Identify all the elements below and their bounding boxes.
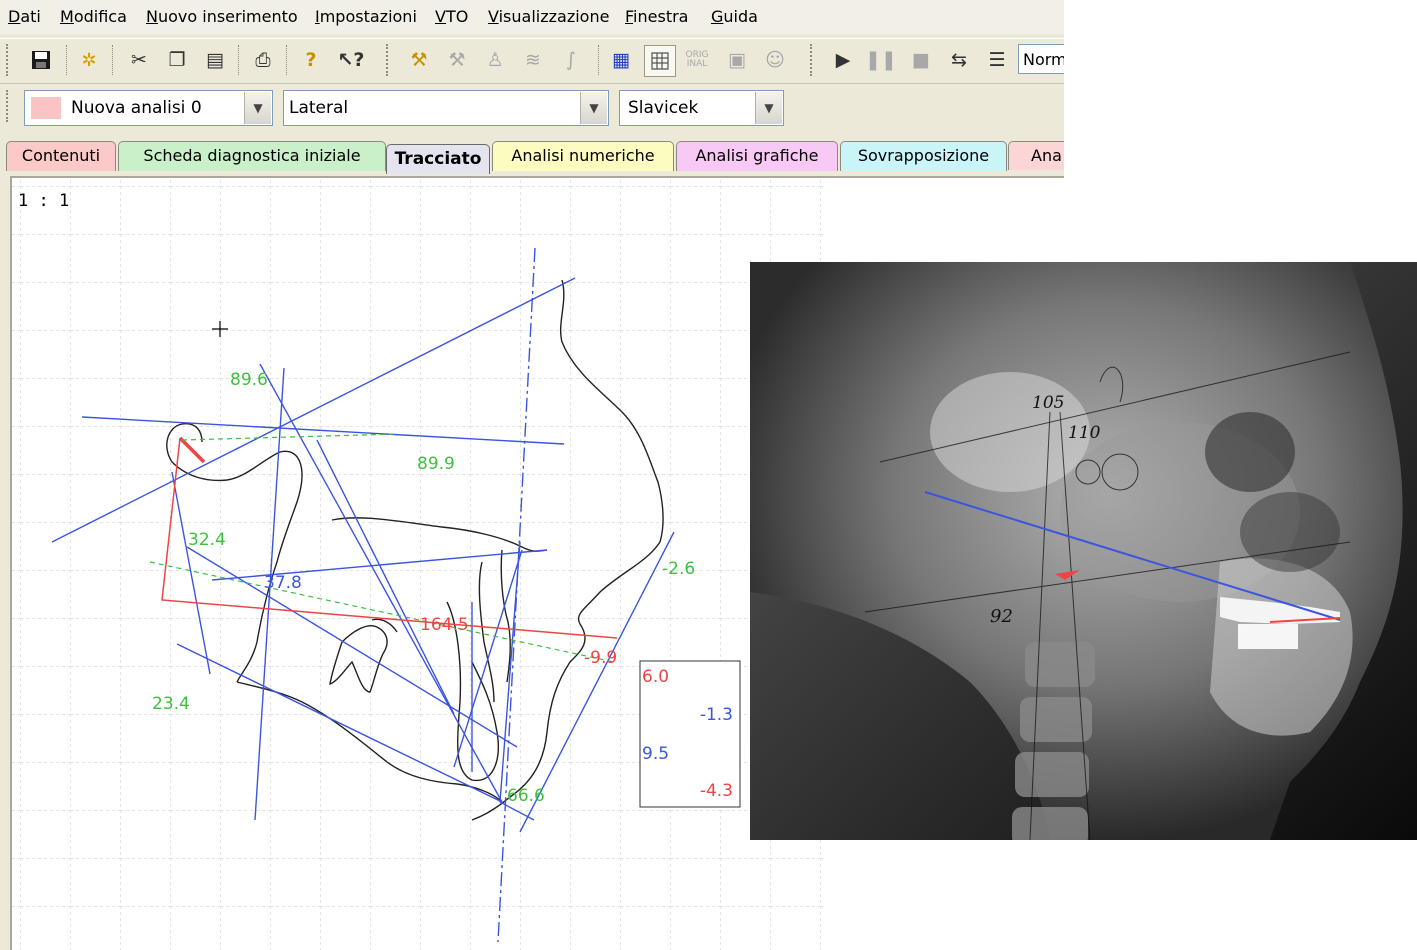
- paste-icon[interactable]: ▤: [200, 45, 230, 75]
- angle-label-red: -9.9: [584, 648, 617, 668]
- adjust-icon[interactable]: ☰: [982, 45, 1012, 75]
- trace-icon[interactable]: ⚒: [404, 45, 434, 75]
- box-value: 6.0: [642, 667, 669, 687]
- toolbar-separator: [286, 45, 288, 75]
- menu-nuovo-inserimento[interactable]: Nuovo inserimento: [146, 7, 298, 26]
- toolbar-grip[interactable]: [810, 44, 816, 76]
- lines-icon[interactable]: ≋: [518, 45, 548, 75]
- menu-dati[interactable]: Dati: [8, 7, 41, 26]
- menu-finestra[interactable]: Finestra: [625, 7, 688, 26]
- angle-label-green: 66.6: [507, 786, 545, 806]
- values-box: 6.0 -1.3 9.5 -4.3: [639, 660, 741, 808]
- box-value: -4.3: [700, 781, 733, 801]
- menu-impostazioni[interactable]: Impostazioni: [315, 7, 417, 26]
- tab-sovrapposizione[interactable]: Sovrapposizione: [840, 141, 1007, 171]
- print-icon[interactable]: ⎙: [248, 45, 278, 75]
- loop-icon[interactable]: ⇆: [944, 45, 974, 75]
- angle-label-red: 164.5: [420, 615, 469, 635]
- tab-contenuti[interactable]: Contenuti: [6, 141, 116, 171]
- cut-icon[interactable]: ✂: [124, 45, 154, 75]
- tab-analisi-numeriche[interactable]: Analisi numeriche: [492, 141, 674, 171]
- toolbar-separator: [112, 45, 114, 75]
- tab-analisi-grafiche[interactable]: Analisi grafiche: [676, 141, 838, 171]
- image-icon[interactable]: ▣: [722, 45, 752, 75]
- analysis-color-swatch: [31, 97, 61, 119]
- analysis-select[interactable]: Nuova analisi 0 ▼: [24, 90, 273, 126]
- stop-icon[interactable]: ■: [906, 45, 936, 75]
- toolbar-grip[interactable]: [6, 90, 12, 122]
- bell-icon[interactable]: ♙: [480, 45, 510, 75]
- view-select-value: Lateral: [289, 98, 349, 118]
- toolbar-separator: [238, 45, 240, 75]
- tab-analisi-more[interactable]: Ana: [1008, 141, 1064, 170]
- angle-label-green: 89.6: [230, 370, 268, 390]
- trace2-icon[interactable]: ⚒: [442, 45, 472, 75]
- toolbar-separator: [66, 45, 68, 75]
- main-toolbar: ✲ ✂ ❐ ▤ ⎙ ? ↖? ⚒ ⚒ ♙ ≋ ∫ ▦ ORIG INAL ▣ ☺…: [0, 38, 1064, 84]
- help-icon[interactable]: ?: [296, 45, 326, 75]
- toolbar-grip[interactable]: [6, 44, 12, 76]
- box-value: 9.5: [642, 744, 669, 764]
- analysis-select-value: Nuova analisi 0: [71, 98, 202, 118]
- tab-scheda-diagnostica[interactable]: Scheda diagnostica iniziale: [118, 141, 386, 171]
- angle-label-green: 32.4: [188, 530, 226, 550]
- menu-vto[interactable]: VTO: [435, 7, 468, 26]
- menu-modifica[interactable]: Modifica: [60, 7, 127, 26]
- toolbar-separator: [598, 45, 600, 75]
- angle-label-green: 89.9: [417, 454, 455, 474]
- scale-label: 1 : 1: [18, 191, 69, 211]
- original-icon[interactable]: ORIG INAL: [682, 45, 712, 75]
- box-value: -1.3: [700, 705, 733, 725]
- face-icon[interactable]: ☺: [760, 45, 790, 75]
- selector-bar: Nuova analisi 0 ▼ Lateral ▼ Slavicek ▼: [0, 84, 1064, 134]
- save-icon[interactable]: [26, 45, 56, 75]
- toolbar-grip[interactable]: [386, 44, 392, 76]
- angle-label-green: 23.4: [152, 694, 190, 714]
- chevron-down-icon[interactable]: ▼: [755, 92, 782, 124]
- angle-label-green: -2.6: [662, 559, 695, 579]
- zoom-field[interactable]: Norm: [1018, 44, 1064, 74]
- method-select-value: Slavicek: [628, 98, 699, 118]
- copy-icon[interactable]: ❐: [162, 45, 192, 75]
- xray-annotation: 110: [1068, 423, 1101, 443]
- pause-icon[interactable]: ❚❚: [865, 45, 897, 75]
- new-icon[interactable]: ✲: [74, 45, 104, 75]
- tab-strip: Contenuti Scheda diagnostica iniziale Tr…: [0, 138, 1064, 174]
- xray-annotation: 105: [1032, 393, 1064, 413]
- menu-bar: Dati Modifica Nuovo inserimento Impostaz…: [0, 0, 1064, 34]
- play-icon[interactable]: ▶: [828, 45, 858, 75]
- curves-icon[interactable]: ∫: [556, 45, 586, 75]
- list-icon[interactable]: ▦: [606, 45, 636, 75]
- view-select[interactable]: Lateral ▼: [283, 90, 609, 126]
- xray-annotation: 92: [990, 606, 1013, 627]
- context-help-icon[interactable]: ↖?: [336, 45, 366, 75]
- tab-tracciato[interactable]: Tracciato: [386, 144, 490, 174]
- menu-visualizzazione[interactable]: Visualizzazione: [488, 7, 609, 26]
- chevron-down-icon[interactable]: ▼: [244, 92, 271, 124]
- menu-guida[interactable]: Guida: [711, 7, 758, 26]
- chevron-down-icon[interactable]: ▼: [580, 92, 607, 124]
- tracing-grid: [12, 178, 826, 950]
- grid-icon[interactable]: [644, 45, 676, 77]
- cephalometric-xray-image: 105 110 92: [750, 262, 1417, 840]
- angle-label-blue: 37.8: [264, 573, 302, 593]
- method-select[interactable]: Slavicek ▼: [619, 90, 784, 126]
